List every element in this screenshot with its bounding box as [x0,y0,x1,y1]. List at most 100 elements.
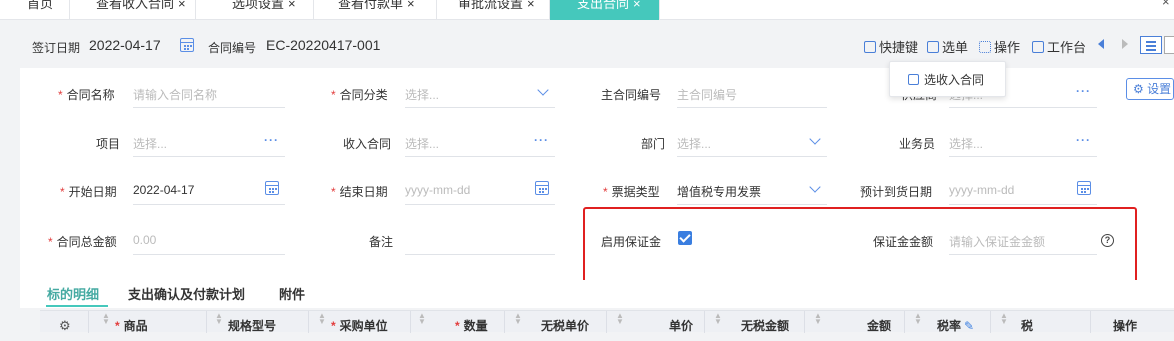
expected-arrival-input[interactable]: yyyy-mm-dd [949,181,1097,205]
col-amount-ex-tax[interactable]: ▲ ▼ 无税金额 [714,311,789,334]
line-items-table-header: ⚙ ▲ ▼ * 商品 ▲ ▼ 规格型号 ▲ ▼ * 采购单位 ▲ ▼ * 数量 ▲ ▼ 无税单价 ▲ ▼ 单价… [40,310,1174,334]
salesperson-label: 业务员 [899,137,936,151]
calendar-icon[interactable] [535,181,549,195]
calendar-icon[interactable] [1077,181,1091,195]
tab-payment-plan[interactable]: 支出确认及付款计划 [128,284,245,303]
tool-label: 选单 [942,40,969,55]
close-icon[interactable]: × [527,0,535,11]
gear-icon[interactable]: ⚙ [59,311,71,333]
remarks-input[interactable] [405,231,555,255]
invoice-type-select[interactable]: 增值税专用发票 [677,181,827,205]
main-contract-no-label: 主合同编号 [601,88,662,102]
workbench-button[interactable]: 工作台 [1032,37,1086,56]
next-arrow-icon[interactable] [1122,39,1128,49]
contract-no-label: 合同编号 [208,41,257,55]
grid-icon [979,41,991,53]
col-product[interactable]: ▲ ▼ * 商品 [102,311,148,334]
start-date-input[interactable]: 2022-04-17 [133,181,285,205]
chevron-down-icon [809,181,821,193]
contract-category-select[interactable]: 选择... [405,84,555,108]
calendar-icon[interactable] [265,181,279,195]
sign-date-label: 签订日期 [32,41,81,55]
tab-label: 支出合同 [577,0,630,11]
total-amount-label: * 合同总金额 [48,235,117,249]
remarks-label: 备注 [369,235,394,249]
tab-option-settings[interactable]: 选项设置 × [196,0,314,20]
tab-label: 首页 [27,0,54,11]
close-icon[interactable]: × [178,0,186,11]
close-icon[interactable]: × [407,0,415,11]
column-divider [308,311,309,333]
tab-home[interactable]: 首页 [0,0,70,20]
tab-view-payment[interactable]: 查看付款单 × [314,0,437,20]
more-icon[interactable]: ··· [264,133,279,147]
contract-no-value: EC-20220417-001 [266,37,381,53]
shortcut-button[interactable]: 快捷键 [864,37,918,56]
active-tab-indicator [46,305,108,307]
col-quantity[interactable]: ▲ ▼ * 数量 [418,311,488,334]
operation-button[interactable]: 操作 [979,37,1020,56]
invoice-type-label: * 票据类型 [603,185,660,199]
list-view-icon[interactable] [1140,36,1162,54]
prev-arrow-icon[interactable] [1098,39,1104,49]
department-label: 部门 [641,137,666,151]
chevron-down-icon [809,133,821,145]
chevron-down-icon [537,84,549,96]
col-purchase-unit[interactable]: ▲ ▼ * 采购单位 [318,311,388,334]
salesperson-select[interactable]: 选择... ··· [949,133,1097,157]
tab-expense-contract[interactable]: 支出合同 × [550,0,660,20]
project-select[interactable]: 选择... ··· [133,133,285,157]
edit-icon[interactable]: ✎ [964,319,974,333]
expected-arrival-label: 预计到货日期 [860,185,933,199]
end-date-label: * 结束日期 [331,185,388,199]
more-icon[interactable]: ··· [534,133,549,147]
income-contract-label: 收入合同 [343,137,392,151]
project-label: 项目 [96,137,121,151]
close-icon[interactable]: × [633,0,641,11]
highlight-box [583,207,1137,287]
keyboard-icon [864,41,876,53]
document-icon [908,74,919,85]
select-doc-button[interactable]: 选单 [927,37,968,56]
contract-name-input[interactable]: 请输入合同名称 [133,84,285,108]
tab-label: 查看付款单 [338,0,404,11]
column-divider [606,311,607,333]
income-contract-select[interactable]: 选择... ··· [405,133,555,157]
tool-label: 快捷键 [879,40,919,55]
col-tax-rate[interactable]: ▲ ▼ 税率 ✎ [914,311,974,334]
col-tax[interactable]: ▲ ▼ 税 [1000,311,1033,334]
sign-date-value[interactable]: 2022-04-17 [89,37,161,53]
detail-tabs: 标的明细 支出确认及付款计划 附件 [20,280,1174,308]
settings-button[interactable]: ⚙ 设置 [1126,78,1174,100]
select-income-contract-item[interactable]: 选收入合同 [908,71,984,88]
total-amount-input[interactable]: 0.00 [133,231,285,255]
close-icon[interactable]: × [288,0,296,11]
col-spec[interactable]: ▲ ▼ 规格型号 [215,311,276,334]
calendar-icon[interactable] [180,38,194,52]
col-unit-price[interactable]: ▲ ▼ 单价 [616,311,693,334]
card-view-icon[interactable] [1164,36,1174,54]
tab-view-income-contract[interactable]: 查看收入合同 × [70,0,196,20]
more-icon[interactable]: ··· [1076,84,1091,98]
tab-line-items[interactable]: 标的明细 [47,284,99,303]
close-icon[interactable]: × [1162,0,1170,9]
more-icon[interactable]: ··· [1076,133,1091,147]
column-divider [88,311,89,333]
column-divider [990,311,991,333]
col-actions: 操作 [1113,319,1138,333]
column-divider [206,311,207,333]
column-divider [704,311,705,333]
select-doc-menu: 选收入合同 [889,61,1006,97]
tab-label: 选项设置 [232,0,285,11]
col-unit-price-ex-tax[interactable]: ▲ ▼ 无税单价 [514,311,589,334]
department-select[interactable]: 选择... [677,133,827,157]
col-amount[interactable]: ▲ ▼ 金额 [814,311,891,334]
column-divider [804,311,805,333]
tab-approval-settings[interactable]: 审批流设置 × [437,0,550,20]
main-contract-no-input[interactable]: 主合同编号 [677,84,827,108]
end-date-input[interactable]: yyyy-mm-dd [405,181,555,205]
gear-icon: ⚙ [1133,82,1144,96]
tab-attachments[interactable]: 附件 [279,284,305,303]
settings-label: 设置 [1147,82,1172,96]
column-divider [410,311,411,333]
